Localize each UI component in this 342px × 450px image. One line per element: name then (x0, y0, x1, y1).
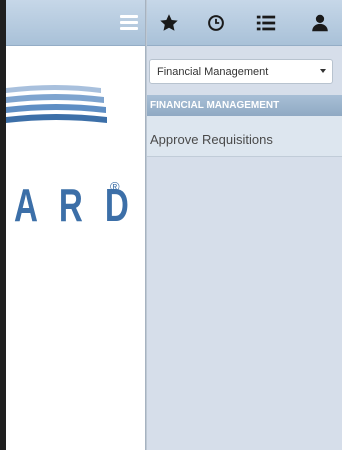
menu-item-approve-requisitions[interactable]: Approve Requisitions (147, 116, 342, 157)
hamburger-line (120, 27, 138, 30)
left-header-bar (6, 0, 145, 46)
menu-item-label: Approve Requisitions (150, 132, 273, 147)
module-select-value: Financial Management (157, 66, 269, 78)
registered-mark: ® (110, 179, 120, 194)
section-header: FINANCIAL MANAGEMENT (147, 95, 342, 116)
logo-arcs-graphic (6, 85, 107, 123)
top-toolbar (147, 0, 342, 46)
app-window: A R D ® Financial Management FINANCIAL M… (0, 0, 342, 450)
hamburger-menu-icon[interactable] (120, 14, 138, 30)
content-pane: A R D ® (0, 0, 145, 450)
list-icon[interactable] (255, 12, 277, 34)
module-select[interactable]: Financial Management (149, 59, 333, 84)
hamburger-line (120, 15, 138, 18)
clock-icon[interactable] (205, 12, 227, 34)
navigation-panel: Financial Management FINANCIAL MANAGEMEN… (147, 0, 342, 450)
chevron-down-icon (320, 69, 326, 73)
hamburger-line (120, 21, 138, 24)
star-icon[interactable] (158, 12, 180, 34)
user-icon[interactable] (309, 12, 331, 34)
